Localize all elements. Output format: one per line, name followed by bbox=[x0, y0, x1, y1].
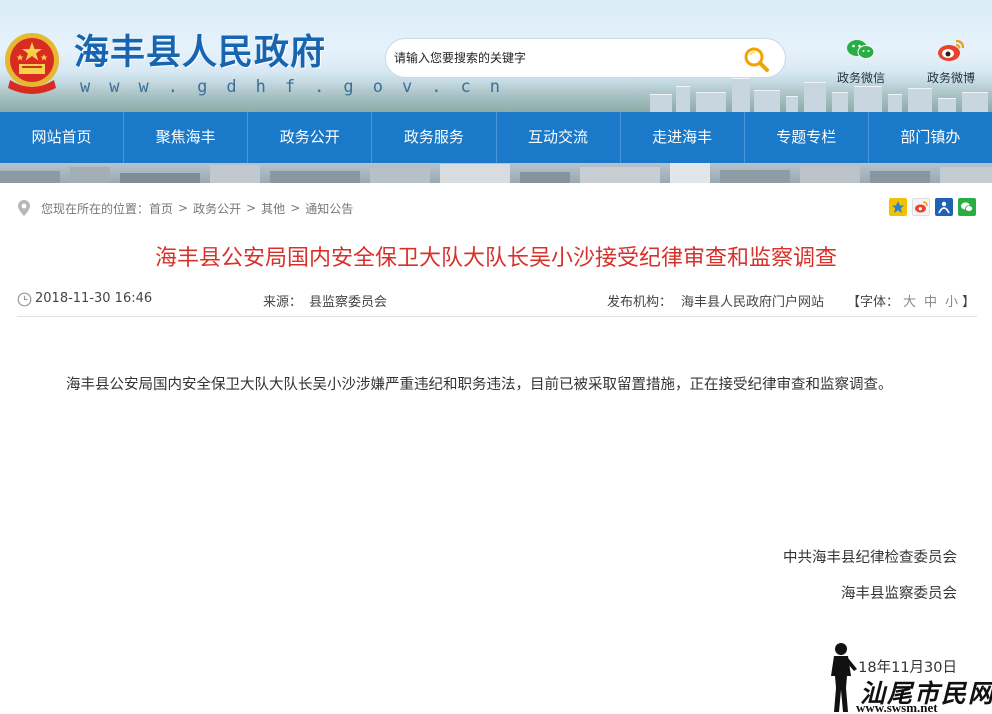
nav-item-gov-services[interactable]: 政务服务 bbox=[372, 112, 497, 163]
breadcrumb-home[interactable]: 首页 bbox=[149, 200, 173, 217]
wechat-label: 政务微信 bbox=[836, 71, 885, 85]
share-bar bbox=[884, 198, 976, 216]
signature-supervision: 海丰县监察委员会 bbox=[841, 586, 957, 602]
nav-item-departments[interactable]: 部门镇办 bbox=[869, 112, 992, 163]
breadcrumb-other[interactable]: 其他 bbox=[261, 200, 285, 217]
source-value: 县监察委员会 bbox=[309, 295, 388, 310]
publisher-label: 发布机构： bbox=[607, 295, 673, 310]
source-label: 来源： bbox=[263, 295, 303, 310]
watermark-url: www.swsm.net bbox=[856, 700, 938, 714]
breadcrumb-notices[interactable]: 通知公告 bbox=[305, 200, 353, 217]
breadcrumb-separator: > bbox=[246, 201, 257, 215]
weibo-link[interactable]: 政务微博 bbox=[921, 38, 981, 86]
wechat-link[interactable]: 政务微信 bbox=[831, 38, 891, 86]
font-size-small[interactable]: 小 bbox=[945, 295, 958, 310]
font-label-open: 【字体： bbox=[847, 295, 900, 310]
main-nav: 网站首页 聚焦海丰 政务公开 政务服务 互动交流 走进海丰 专题专栏 部门镇办 bbox=[0, 112, 992, 163]
breadcrumb-prefix: 您现在所在的位置： bbox=[41, 201, 150, 216]
article-meta: 2018-11-30 16:46 来源： 县监察委员会 发布机构： 海丰县人民政… bbox=[17, 291, 977, 317]
signature-commission: 中共海丰县纪律检查委员会 bbox=[783, 550, 957, 566]
font-size-medium[interactable]: 中 bbox=[924, 295, 937, 310]
font-size-control: 【字体：大中小】 bbox=[847, 291, 975, 310]
header-banner: 海丰县人民政府 w w w . g d h f . g o v . c n 政务… bbox=[0, 0, 992, 112]
site-watermark: 汕尾市民网 www.swsm.net bbox=[826, 640, 992, 714]
renren-icon[interactable] bbox=[935, 198, 953, 216]
nav-item-home[interactable]: 网站首页 bbox=[0, 112, 125, 163]
breadcrumb-separator: > bbox=[178, 201, 189, 215]
location-pin-icon bbox=[18, 200, 30, 216]
breadcrumb-gov-affairs[interactable]: 政务公开 bbox=[193, 200, 241, 217]
national-emblem-icon bbox=[5, 33, 59, 94]
qzone-icon[interactable] bbox=[889, 198, 907, 216]
site-url: w w w . g d h f . g o v . c n bbox=[80, 77, 505, 97]
publisher-value: 海丰县人民政府门户网站 bbox=[681, 295, 825, 310]
nav-item-gov-affairs-open[interactable]: 政务公开 bbox=[248, 112, 373, 163]
nav-item-interaction[interactable]: 互动交流 bbox=[497, 112, 621, 163]
nav-item-focus[interactable]: 聚焦海丰 bbox=[124, 112, 249, 163]
weibo-icon bbox=[938, 39, 965, 61]
weibo-label: 政务微博 bbox=[926, 71, 975, 85]
city-skyline-strip bbox=[0, 163, 992, 183]
nav-item-special-topics[interactable]: 专题专栏 bbox=[745, 112, 869, 163]
clock-icon bbox=[17, 292, 32, 307]
nav-item-about-haifeng[interactable]: 走进海丰 bbox=[621, 112, 745, 163]
site-title[interactable]: 海丰县人民政府 bbox=[74, 31, 326, 75]
breadcrumb: 您现在所在的位置： 首页 > 政务公开 > 其他 > 通知公告 bbox=[17, 199, 353, 217]
weibo-share-icon[interactable] bbox=[912, 198, 930, 216]
person-silhouette-icon bbox=[831, 643, 857, 712]
search-box bbox=[385, 38, 786, 78]
search-icon[interactable] bbox=[742, 45, 770, 73]
article-body: 海丰县公安局国内安全保卫大队大队长吴小沙涉嫌严重违纪和职务违法，目前已被采取留置… bbox=[66, 377, 893, 393]
wechat-icon bbox=[847, 40, 875, 59]
article-title: 海丰县公安局国内安全保卫大队大队长吴小沙接受纪律审查和监察调查 bbox=[154, 246, 837, 271]
breadcrumb-separator: > bbox=[290, 201, 301, 215]
font-size-large[interactable]: 大 bbox=[903, 295, 916, 310]
font-label-close: 】 bbox=[962, 295, 976, 310]
wechat-share-icon[interactable] bbox=[958, 198, 976, 216]
search-input[interactable] bbox=[394, 43, 734, 73]
publish-date: 2018-11-30 16:46 bbox=[35, 291, 153, 306]
